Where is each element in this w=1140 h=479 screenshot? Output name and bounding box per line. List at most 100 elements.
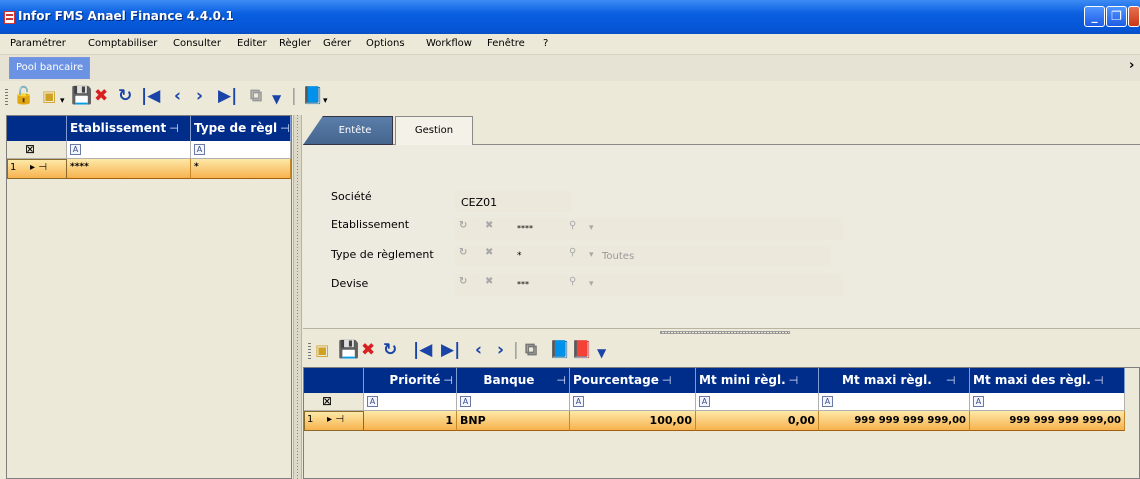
column-header-banque[interactable]: Banque ⊣ xyxy=(457,368,570,393)
filter-cell-mt-mini[interactable]: A xyxy=(696,393,819,411)
filter-clear-icon[interactable]: ⊠ xyxy=(25,142,35,156)
type-reglement-field[interactable]: ↻ ✖ * ⚲ ▾ Toutes xyxy=(455,245,831,267)
lock-icon[interactable]: 🔓 xyxy=(13,88,34,105)
filter-cell-pourcentage[interactable]: A xyxy=(570,393,696,411)
save-icon[interactable]: 💾 xyxy=(338,342,359,359)
previous-record-icon[interactable]: ‹ xyxy=(174,88,181,105)
cell-mt-maxi-des-regl[interactable]: 999 999 999 999,00 xyxy=(970,411,1125,431)
column-header-etablissement[interactable]: Etablissement ⊣ xyxy=(67,116,191,141)
pin-icon[interactable]: ⊣ xyxy=(556,374,566,387)
filter-cell-type[interactable]: A xyxy=(191,141,291,159)
refresh-icon[interactable]: ↻ xyxy=(459,276,467,287)
menu-gerer[interactable]: Gérer xyxy=(323,38,351,49)
save-icon[interactable]: 💾 xyxy=(71,88,92,105)
chevron-down-icon[interactable]: ▾ xyxy=(589,250,594,260)
pin-icon[interactable]: ⊣ xyxy=(946,374,956,387)
filter-clear-icon[interactable]: ⊠ xyxy=(322,394,332,408)
cell-priorite[interactable]: 1 xyxy=(364,411,457,431)
menu-help[interactable]: ? xyxy=(543,38,548,49)
delete-icon[interactable]: ✖ xyxy=(361,342,375,359)
new-dropdown-icon[interactable]: ▾ xyxy=(60,93,65,110)
menu-consulter[interactable]: Consulter xyxy=(173,38,221,49)
book-icon[interactable]: 📘 xyxy=(549,342,570,359)
row-selector[interactable]: 1 ▸ ⊣ xyxy=(7,159,67,179)
book-icon[interactable]: 📘 xyxy=(302,88,323,105)
toolbar-grip[interactable] xyxy=(308,343,311,359)
app-icon[interactable] xyxy=(4,11,15,24)
last-record-icon[interactable]: ▶| xyxy=(441,342,460,359)
new-document-icon[interactable]: ▣ xyxy=(42,88,56,105)
vertical-splitter[interactable] xyxy=(293,115,302,479)
etablissement-field[interactable]: ↻ ✖ **** ⚲ ▾ xyxy=(455,218,843,240)
menu-comptabiliser[interactable]: Comptabiliser xyxy=(88,38,157,49)
tab-gestion[interactable]: Gestion xyxy=(395,116,473,145)
clear-icon[interactable]: ✖ xyxy=(485,276,493,287)
chevron-down-icon[interactable]: ▾ xyxy=(589,223,594,233)
close-document-icon[interactable]: › xyxy=(1129,58,1134,73)
menu-options[interactable]: Options xyxy=(366,38,405,49)
search-icon[interactable]: ⚲ xyxy=(569,276,576,287)
delete-icon[interactable]: ✖ xyxy=(94,88,108,105)
column-header-pourcentage[interactable]: Pourcentage ⊣ xyxy=(570,368,696,393)
filter-cell-banque[interactable]: A xyxy=(457,393,570,411)
cell-type[interactable]: * xyxy=(191,159,291,179)
horizontal-splitter[interactable] xyxy=(303,328,1140,335)
filter-dropdown-icon[interactable]: ▼ xyxy=(272,91,281,108)
menu-fenetre[interactable]: Fenêtre xyxy=(487,38,525,49)
clear-icon[interactable]: ✖ xyxy=(485,220,493,231)
filter-cell-priorite[interactable]: A xyxy=(364,393,457,411)
menu-parametrer[interactable]: Paramétrer xyxy=(10,38,66,49)
societe-field[interactable]: CEZ01 xyxy=(455,190,571,212)
filter-cell-mt-maxi-des-regl[interactable]: A xyxy=(970,393,1125,411)
book-red-icon[interactable]: 📕 xyxy=(571,342,592,359)
refresh-icon[interactable]: ↻ xyxy=(459,220,467,231)
export-icon[interactable]: ⧉ xyxy=(525,342,537,359)
column-header-mt-mini[interactable]: Mt mini règl. ⊣ xyxy=(696,368,819,393)
tab-pool-bancaire[interactable]: Pool bancaire xyxy=(9,57,91,79)
refresh-icon[interactable]: ↻ xyxy=(459,247,467,258)
column-header-priorite[interactable]: Priorité ⊣ xyxy=(364,368,457,393)
restore-icon[interactable]: ❐ xyxy=(1106,6,1127,27)
new-line-icon[interactable]: ▣ xyxy=(315,342,329,359)
column-header-mt-maxi[interactable]: Mt maxi règl. ⊣ xyxy=(819,368,970,393)
tab-entete[interactable]: Entête xyxy=(303,116,393,145)
pin-icon[interactable]: ⊣ xyxy=(169,122,179,135)
search-icon[interactable]: ⚲ xyxy=(569,247,576,258)
menu-workflow[interactable]: Workflow xyxy=(426,38,472,49)
cell-mt-mini[interactable]: 0,00 xyxy=(696,411,819,431)
previous-record-icon[interactable]: ‹ xyxy=(475,342,482,359)
toolbar-grip[interactable] xyxy=(5,89,8,105)
first-record-icon[interactable]: |◀ xyxy=(141,88,160,105)
row-selector[interactable]: 1 ▸ ⊣ xyxy=(304,411,364,431)
next-record-icon[interactable]: › xyxy=(196,88,203,105)
pin-icon[interactable]: ⊣ xyxy=(443,374,453,387)
menu-regler[interactable]: Règler xyxy=(279,38,311,49)
pin-icon[interactable]: ⊣ xyxy=(1094,374,1104,387)
pin-icon[interactable]: ⊣ xyxy=(789,374,799,387)
search-icon[interactable]: ⚲ xyxy=(569,220,576,231)
first-record-icon[interactable]: |◀ xyxy=(413,342,432,359)
filter-cell-mt-maxi[interactable]: A xyxy=(819,393,970,411)
chevron-down-icon[interactable]: ▾ xyxy=(589,279,594,289)
refresh-icon[interactable]: ↻ xyxy=(383,342,397,359)
last-record-icon[interactable]: ▶| xyxy=(218,88,237,105)
column-header-type-reglement[interactable]: Type de règl ⊣ xyxy=(191,116,291,141)
cell-pourcentage[interactable]: 100,00 xyxy=(570,411,696,431)
pin-icon[interactable]: ⊣ xyxy=(280,122,290,135)
next-record-icon[interactable]: › xyxy=(497,342,504,359)
clear-icon[interactable]: ✖ xyxy=(485,247,493,258)
filter-dropdown-icon[interactable]: ▼ xyxy=(597,345,606,362)
cell-banque[interactable]: BNP xyxy=(457,411,570,431)
filter-cell-etablissement[interactable]: A xyxy=(67,141,191,159)
refresh-icon[interactable]: ↻ xyxy=(118,88,132,105)
menu-editer[interactable]: Editer xyxy=(237,38,267,49)
devise-field[interactable]: ↻ ✖ *** ⚲ ▾ xyxy=(455,274,843,296)
cell-mt-maxi[interactable]: 999 999 999 999,00 xyxy=(819,411,970,431)
column-header-mt-maxi-des-regl[interactable]: Mt maxi des règl. ⊣ xyxy=(970,368,1125,393)
pin-icon[interactable]: ⊣ xyxy=(662,374,672,387)
cell-etablissement[interactable]: **** xyxy=(67,159,191,179)
book-dropdown-icon[interactable]: ▾ xyxy=(323,93,328,110)
close-window-icon[interactable] xyxy=(1128,6,1140,27)
minimize-icon[interactable]: _ xyxy=(1084,6,1105,27)
copy-icon[interactable]: ⧉ xyxy=(250,88,262,105)
